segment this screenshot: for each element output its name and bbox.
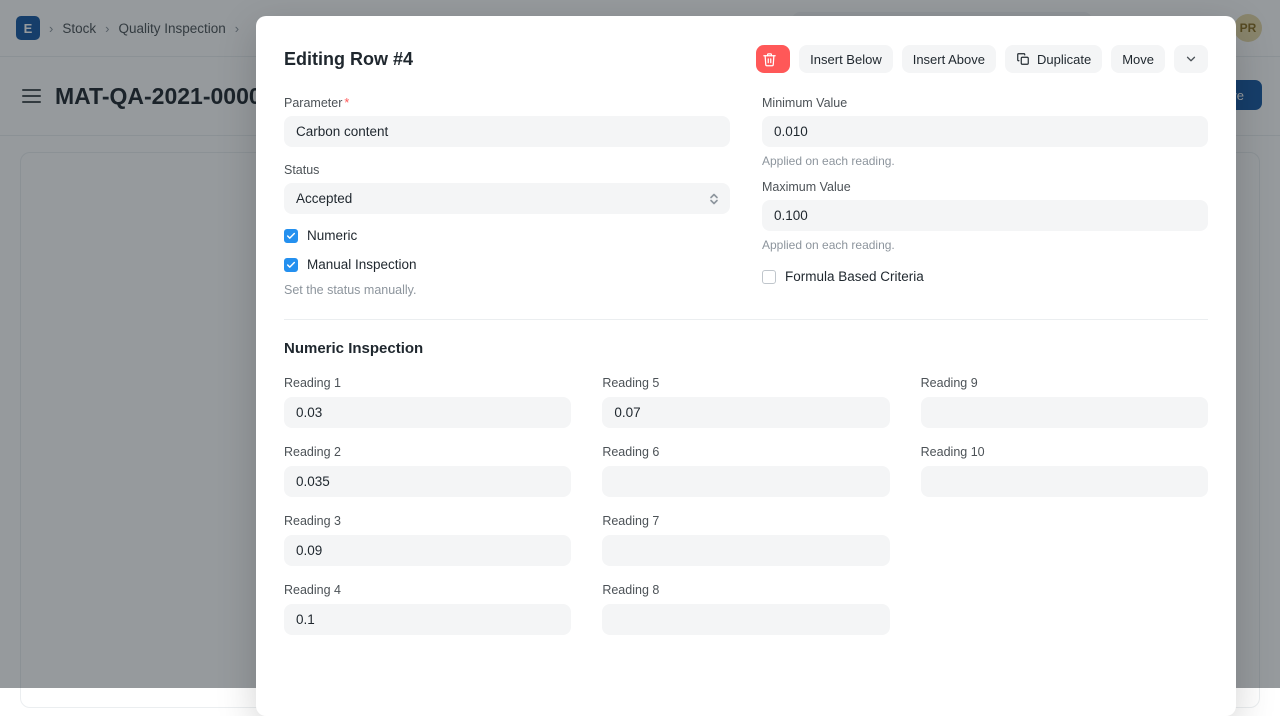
manual-inspection-checkbox-box[interactable] xyxy=(284,258,298,272)
more-actions-button[interactable] xyxy=(1174,45,1208,73)
checkbox-manual-inspection[interactable]: Manual Inspection xyxy=(284,257,730,272)
reading-1-input[interactable]: 0.03 xyxy=(284,397,571,428)
right-column: Minimum Value 0.010 Applied on each read… xyxy=(762,96,1208,297)
readings-column-2: Reading 5 0.07 Reading 6 Reading 7 Readi… xyxy=(602,359,889,635)
readings-column-3: Reading 9 Reading 10 xyxy=(921,359,1208,635)
manual-inspection-help-text: Set the status manually. xyxy=(284,283,730,297)
chevron-down-icon xyxy=(1184,52,1198,66)
reading-1-label: Reading 1 xyxy=(284,376,571,390)
section-divider xyxy=(284,319,1208,320)
dialog-header: Editing Row #4 Insert Below Insert Above xyxy=(256,16,1236,82)
minimum-value-label: Minimum Value xyxy=(762,96,1208,110)
field-minimum-value: Minimum Value 0.010 Applied on each read… xyxy=(762,96,1208,168)
reading-7-label: Reading 7 xyxy=(602,514,889,528)
field-parameter: Parameter* Carbon content xyxy=(284,96,730,147)
insert-below-button[interactable]: Insert Below xyxy=(799,45,893,73)
reading-8-input[interactable] xyxy=(602,604,889,635)
reading-2-input[interactable]: 0.035 xyxy=(284,466,571,497)
field-reading-2: Reading 2 0.035 xyxy=(284,445,571,497)
reading-9-input[interactable] xyxy=(921,397,1208,428)
field-reading-8: Reading 8 xyxy=(602,583,889,635)
status-select-wrapper: Accepted xyxy=(284,183,730,214)
status-label: Status xyxy=(284,163,730,177)
duplicate-icon xyxy=(1016,52,1030,66)
dialog-title: Editing Row #4 xyxy=(284,49,413,70)
reading-3-input[interactable]: 0.09 xyxy=(284,535,571,566)
status-select[interactable]: Accepted xyxy=(284,183,730,214)
required-indicator: * xyxy=(344,96,349,110)
numeric-checkbox-box[interactable] xyxy=(284,229,298,243)
primary-fields-grid: Parameter* Carbon content Status Accepte… xyxy=(284,82,1208,297)
reading-3-label: Reading 3 xyxy=(284,514,571,528)
field-reading-5: Reading 5 0.07 xyxy=(602,376,889,428)
reading-6-input[interactable] xyxy=(602,466,889,497)
field-reading-4: Reading 4 0.1 xyxy=(284,583,571,635)
reading-6-label: Reading 6 xyxy=(602,445,889,459)
formula-based-criteria-checkbox-box[interactable] xyxy=(762,270,776,284)
delete-row-button[interactable] xyxy=(756,45,790,73)
parameter-input[interactable]: Carbon content xyxy=(284,116,730,147)
left-column: Parameter* Carbon content Status Accepte… xyxy=(284,96,730,297)
reading-4-label: Reading 4 xyxy=(284,583,571,597)
reading-8-label: Reading 8 xyxy=(602,583,889,597)
edit-row-dialog: Editing Row #4 Insert Below Insert Above xyxy=(256,16,1236,716)
reading-5-label: Reading 5 xyxy=(602,376,889,390)
field-maximum-value: Maximum Value 0.100 Applied on each read… xyxy=(762,180,1208,252)
field-reading-10: Reading 10 xyxy=(921,445,1208,497)
checkbox-numeric[interactable]: Numeric xyxy=(284,228,730,243)
checkbox-formula-based-criteria[interactable]: Formula Based Criteria xyxy=(762,269,1208,284)
parameter-label: Parameter* xyxy=(284,96,730,110)
formula-based-criteria-label: Formula Based Criteria xyxy=(785,269,924,284)
field-reading-9: Reading 9 xyxy=(921,376,1208,428)
minimum-value-input[interactable]: 0.010 xyxy=(762,116,1208,147)
maximum-value-input[interactable]: 0.100 xyxy=(762,200,1208,231)
field-reading-7: Reading 7 xyxy=(602,514,889,566)
reading-10-input[interactable] xyxy=(921,466,1208,497)
field-reading-6: Reading 6 xyxy=(602,445,889,497)
dialog-body: Parameter* Carbon content Status Accepte… xyxy=(256,82,1236,635)
readings-grid: Reading 1 0.03 Reading 2 0.035 Reading 3… xyxy=(284,359,1208,635)
duplicate-button[interactable]: Duplicate xyxy=(1005,45,1102,73)
reading-5-input[interactable]: 0.07 xyxy=(602,397,889,428)
move-button[interactable]: Move xyxy=(1111,45,1165,73)
reading-9-label: Reading 9 xyxy=(921,376,1208,390)
numeric-checkbox-label: Numeric xyxy=(307,228,357,243)
row-actions-toolbar: Insert Below Insert Above Duplicate Move xyxy=(756,45,1208,73)
parameter-label-text: Parameter xyxy=(284,96,342,110)
maximum-value-label: Maximum Value xyxy=(762,180,1208,194)
field-reading-3: Reading 3 0.09 xyxy=(284,514,571,566)
reading-10-label: Reading 10 xyxy=(921,445,1208,459)
insert-above-button[interactable]: Insert Above xyxy=(902,45,996,73)
trash-icon xyxy=(762,52,777,67)
reading-2-label: Reading 2 xyxy=(284,445,571,459)
reading-7-input[interactable] xyxy=(602,535,889,566)
minimum-value-help-text: Applied on each reading. xyxy=(762,154,1208,168)
field-status: Status Accepted xyxy=(284,163,730,214)
field-reading-1: Reading 1 0.03 xyxy=(284,376,571,428)
duplicate-label: Duplicate xyxy=(1037,52,1091,67)
numeric-inspection-section-title: Numeric Inspection xyxy=(284,340,1208,357)
manual-inspection-checkbox-label: Manual Inspection xyxy=(307,257,417,272)
readings-column-1: Reading 1 0.03 Reading 2 0.035 Reading 3… xyxy=(284,359,571,635)
reading-4-input[interactable]: 0.1 xyxy=(284,604,571,635)
maximum-value-help-text: Applied on each reading. xyxy=(762,238,1208,252)
